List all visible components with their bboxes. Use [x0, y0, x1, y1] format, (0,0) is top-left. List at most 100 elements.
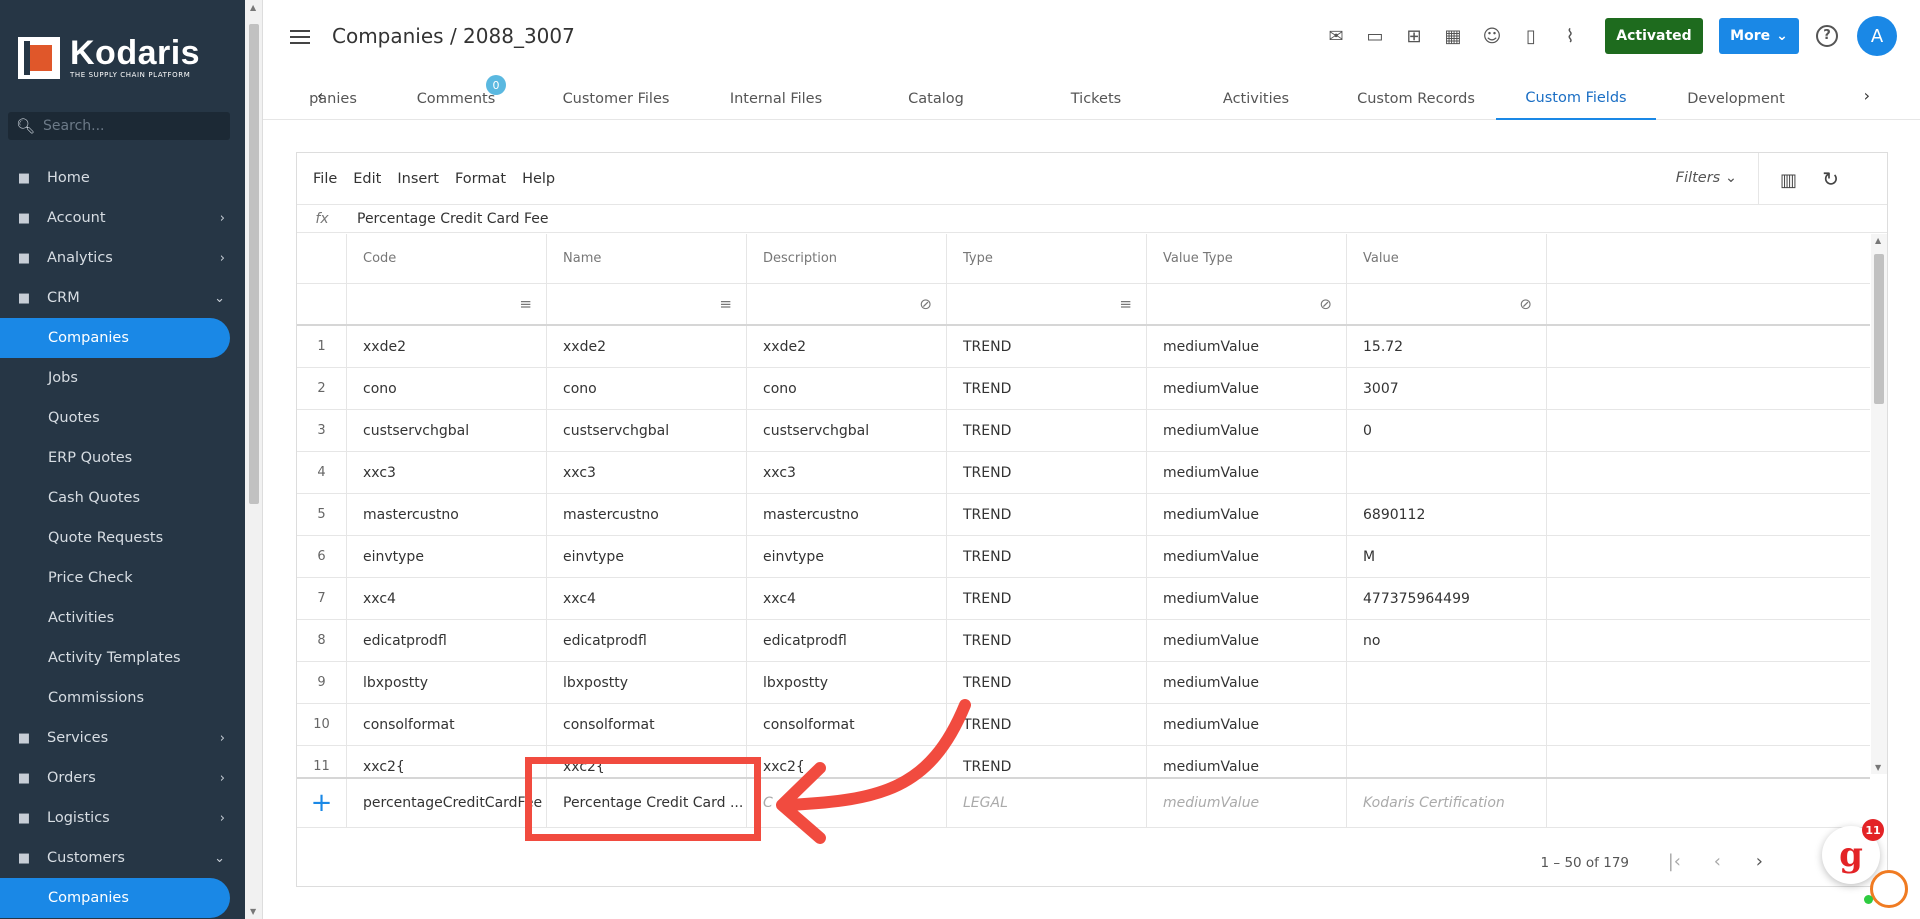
- type-cell[interactable]: TREND: [947, 704, 1147, 745]
- scroll-down-icon[interactable]: ▼: [1875, 763, 1881, 772]
- code-cell[interactable]: xxde2: [347, 326, 547, 367]
- name-cell[interactable]: xxc4: [547, 578, 747, 619]
- sidebar-item-jobs[interactable]: Jobs: [0, 358, 245, 398]
- new-type-cell[interactable]: LEGAL: [947, 779, 1147, 827]
- description-cell[interactable]: einvtype: [747, 536, 947, 577]
- menu-edit[interactable]: Edit: [353, 171, 381, 187]
- description-cell[interactable]: xxc3: [747, 452, 947, 493]
- value-type-cell[interactable]: mediumValue: [1147, 578, 1347, 619]
- type-cell[interactable]: TREND: [947, 620, 1147, 661]
- description-cell[interactable]: mastercustno: [747, 494, 947, 535]
- more-button[interactable]: More ⌄: [1719, 18, 1799, 54]
- description-cell[interactable]: consolformat: [747, 704, 947, 745]
- table-row[interactable]: 1 xxde2 xxde2 xxde2 TREND mediumValue 15.72: [297, 326, 1870, 368]
- tab-catalog[interactable]: Catalog: [856, 78, 1016, 120]
- name-cell[interactable]: einvtype: [547, 536, 747, 577]
- sidebar-item-orders[interactable]: ■ Orders ›: [0, 758, 245, 798]
- new-code-cell[interactable]: percentageCreditCardFee: [347, 779, 547, 827]
- menu-help[interactable]: Help: [522, 171, 555, 187]
- scroll-up-icon[interactable]: ▲: [1875, 236, 1881, 245]
- type-cell[interactable]: TREND: [947, 410, 1147, 451]
- sidebar-item-home[interactable]: ■ Home: [0, 158, 245, 198]
- grid-scrollbar[interactable]: ▲ ▼: [1871, 234, 1887, 774]
- payment-card-icon[interactable]: ▭: [1364, 26, 1386, 48]
- value-cell[interactable]: 6890112: [1347, 494, 1547, 535]
- value-cell[interactable]: 15.72: [1347, 326, 1547, 367]
- code-cell[interactable]: xxc2{: [347, 746, 547, 781]
- attachment-icon[interactable]: ⌇: [1559, 26, 1581, 48]
- sidebar-item-logistics[interactable]: ■ Logistics ›: [0, 798, 245, 838]
- filter-off-icon[interactable]: ⊘: [1519, 295, 1532, 313]
- sidebar-item-companies[interactable]: Companies: [0, 878, 230, 918]
- column-filter[interactable]: ⊘: [1147, 284, 1347, 324]
- code-cell[interactable]: xxc3: [347, 452, 547, 493]
- column-header-name[interactable]: Name: [547, 234, 747, 283]
- value-cell[interactable]: [1347, 662, 1547, 703]
- value-cell[interactable]: 3007: [1347, 368, 1547, 409]
- activated-button[interactable]: Activated: [1605, 18, 1703, 54]
- filter-off-icon[interactable]: ⊘: [919, 295, 932, 313]
- add-user-icon[interactable]: ☺: [1481, 26, 1503, 48]
- column-header-value[interactable]: Value: [1347, 234, 1547, 283]
- value-type-cell[interactable]: mediumValue: [1147, 746, 1347, 781]
- new-description-cell[interactable]: C: [747, 779, 947, 827]
- value-cell[interactable]: [1347, 452, 1547, 493]
- type-cell[interactable]: TREND: [947, 578, 1147, 619]
- column-filter[interactable]: ≡: [947, 284, 1147, 324]
- value-type-cell[interactable]: mediumValue: [1147, 368, 1347, 409]
- table-row[interactable]: 6 einvtype einvtype einvtype TREND mediumValu…: [297, 536, 1870, 578]
- help-icon[interactable]: ?: [1816, 25, 1838, 47]
- sidebar-item-account[interactable]: ■ Account ›: [0, 198, 245, 238]
- value-type-cell[interactable]: mediumValue: [1147, 662, 1347, 703]
- new-value-cell[interactable]: Kodaris Certification: [1347, 779, 1547, 827]
- description-cell[interactable]: xxc4: [747, 578, 947, 619]
- filter-off-icon[interactable]: ⊘: [1319, 295, 1332, 313]
- value-cell[interactable]: no: [1347, 620, 1547, 661]
- sidebar-item-cash-quotes[interactable]: Cash Quotes: [0, 478, 245, 518]
- new-value-type-cell[interactable]: mediumValue: [1147, 779, 1347, 827]
- value-type-cell[interactable]: mediumValue: [1147, 704, 1347, 745]
- name-cell[interactable]: custservchgbal: [547, 410, 747, 451]
- value-type-cell[interactable]: mediumValue: [1147, 410, 1347, 451]
- name-cell[interactable]: mastercustno: [547, 494, 747, 535]
- table-row[interactable]: 8 edicatprodfl edicatprodfl edicatprodfl TRE…: [297, 620, 1870, 662]
- tab-customer-files[interactable]: Customer Files: [536, 78, 696, 120]
- table-row[interactable]: 5 mastercustno mastercustno mastercustno TRE…: [297, 494, 1870, 536]
- sidebar-item-erp-quotes[interactable]: ERP Quotes: [0, 438, 245, 478]
- kodaris-logo[interactable]: Kodaris THE SUPPLY CHAIN PLATFORM: [18, 36, 200, 79]
- value-type-cell[interactable]: mediumValue: [1147, 620, 1347, 661]
- type-cell[interactable]: TREND: [947, 368, 1147, 409]
- name-cell[interactable]: lbxpostty: [547, 662, 747, 703]
- sidebar-scrollbar[interactable]: ▲ ▼: [245, 0, 263, 919]
- code-cell[interactable]: consolformat: [347, 704, 547, 745]
- code-cell[interactable]: custservchgbal: [347, 410, 547, 451]
- scroll-down-icon[interactable]: ▼: [250, 907, 256, 916]
- column-filter[interactable]: ≡: [547, 284, 747, 324]
- column-filter[interactable]: ≡: [347, 284, 547, 324]
- value-type-cell[interactable]: mediumValue: [1147, 536, 1347, 577]
- table-row[interactable]: 3 custservchgbal custservchgbal custservchg…: [297, 410, 1870, 452]
- sidebar-item-customers[interactable]: ■ Customers ⌄: [0, 838, 245, 878]
- tab-tickets[interactable]: Tickets: [1016, 78, 1176, 120]
- table-row[interactable]: 4 xxc3 xxc3 xxc3 TREND mediumValue: [297, 452, 1870, 494]
- formula-input[interactable]: Percentage Credit Card Fee: [347, 211, 548, 227]
- value-cell[interactable]: 477375964499: [1347, 578, 1547, 619]
- description-cell[interactable]: edicatprodfl: [747, 620, 947, 661]
- table-row[interactable]: 9 lbxpostty lbxpostty lbxpostty TREND mediumV…: [297, 662, 1870, 704]
- type-cell[interactable]: TREND: [947, 326, 1147, 367]
- type-cell[interactable]: TREND: [947, 746, 1147, 781]
- value-type-cell[interactable]: mediumValue: [1147, 452, 1347, 493]
- table-row[interactable]: 10 consolformat consolformat consolformat TR…: [297, 704, 1870, 746]
- filter-icon[interactable]: ≡: [1119, 295, 1132, 313]
- tab-custom-records[interactable]: Custom Records: [1336, 78, 1496, 120]
- code-cell[interactable]: edicatprodfl: [347, 620, 547, 661]
- type-cell[interactable]: TREND: [947, 662, 1147, 703]
- previous-page-icon[interactable]: ‹: [1714, 851, 1721, 872]
- sidebar-item-commissions[interactable]: Commissions: [0, 678, 245, 718]
- table-row[interactable]: 7 xxc4 xxc4 xxc4 TREND mediumValue 47737596449…: [297, 578, 1870, 620]
- code-cell[interactable]: lbxpostty: [347, 662, 547, 703]
- name-cell[interactable]: xxde2: [547, 326, 747, 367]
- building-icon[interactable]: ▦: [1442, 26, 1464, 48]
- description-cell[interactable]: cono: [747, 368, 947, 409]
- menu-insert[interactable]: Insert: [397, 171, 439, 187]
